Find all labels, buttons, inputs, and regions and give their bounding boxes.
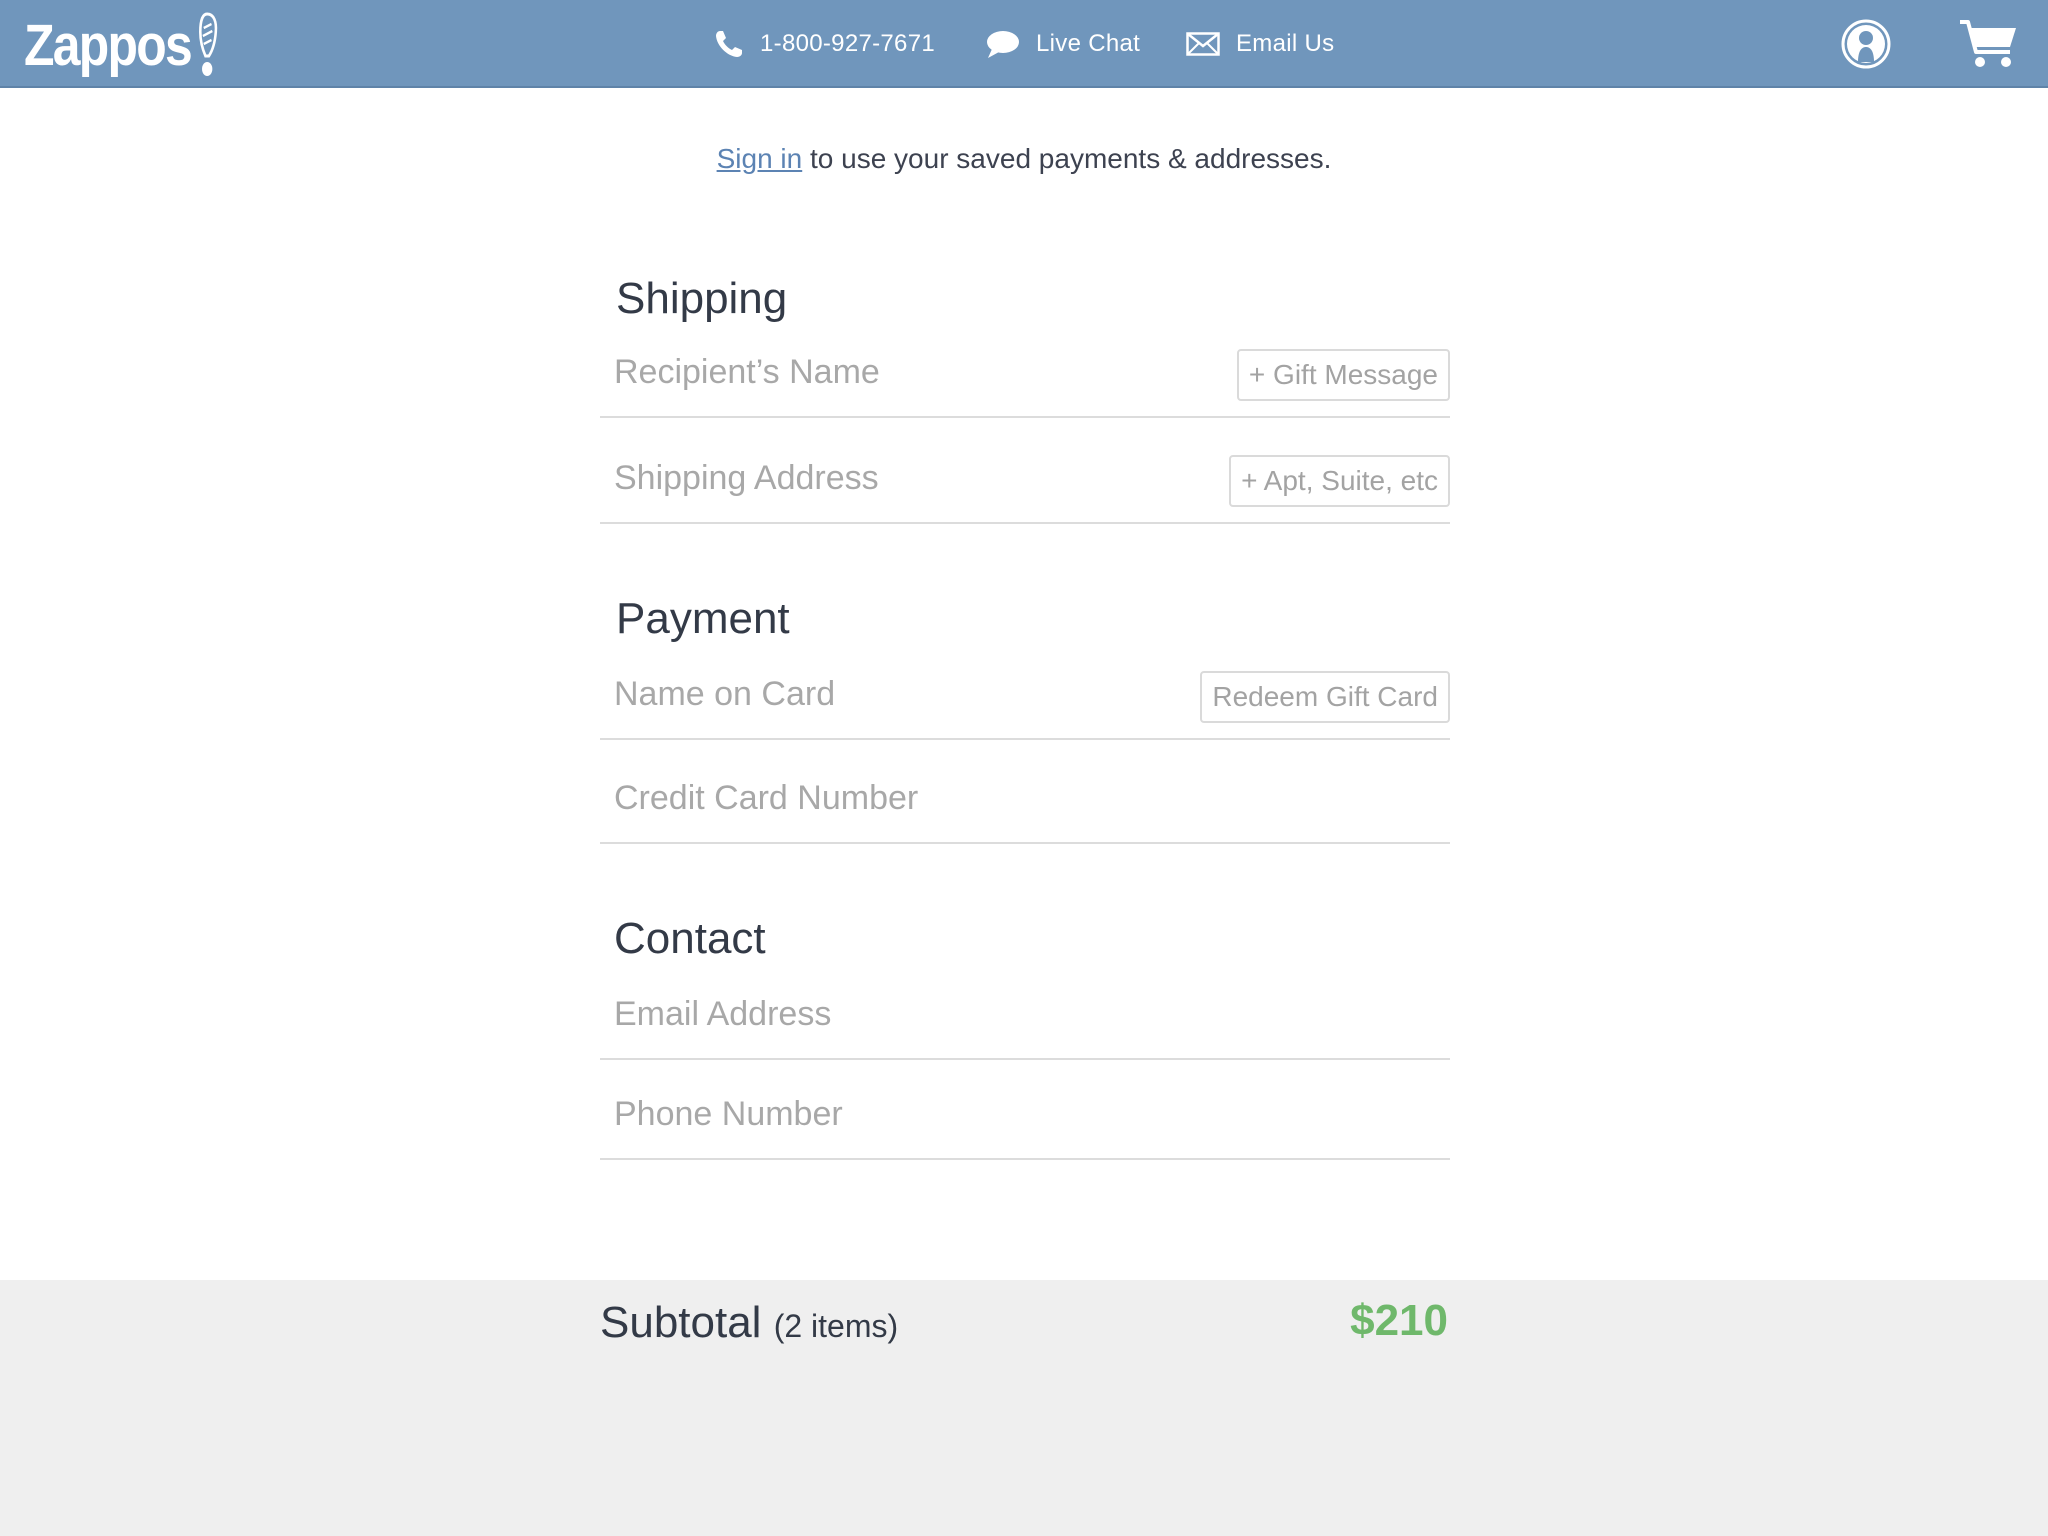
sign-in-link[interactable]: Sign in bbox=[717, 143, 803, 174]
subtotal-amount: $210 bbox=[1350, 1296, 1448, 1345]
signin-prompt-text: to use your saved payments & addresses. bbox=[802, 143, 1332, 174]
credit-card-number-field bbox=[600, 740, 1450, 844]
subtotal-label: Subtotal (2 items) bbox=[600, 1298, 898, 1348]
apt-suite-button[interactable]: + Apt, Suite, etc bbox=[1229, 455, 1450, 507]
phone-number: 1-800-927-7671 bbox=[760, 30, 936, 57]
cart-icon[interactable] bbox=[1958, 18, 2018, 70]
email-us-label: Email Us bbox=[1236, 30, 1335, 57]
email-us-link[interactable]: Email Us bbox=[1186, 0, 1334, 88]
shipping-address-input[interactable] bbox=[614, 456, 1174, 500]
zappos-logo[interactable]: Zappos bbox=[24, 10, 219, 80]
credit-card-number-input[interactable] bbox=[614, 776, 1174, 820]
phone-link[interactable]: 1-800-927-7671 bbox=[714, 0, 935, 88]
signin-prompt: Sign in to use your saved payments & add… bbox=[0, 143, 2048, 175]
order-summary-bar: Subtotal (2 items) $210 bbox=[0, 1280, 2048, 1536]
subtotal-text: Subtotal bbox=[600, 1298, 762, 1347]
chat-bubble-icon bbox=[987, 31, 1019, 58]
logo-text: Zappos bbox=[24, 12, 193, 78]
redeem-gift-card-button[interactable]: Redeem Gift Card bbox=[1200, 671, 1450, 723]
phone-icon bbox=[716, 31, 742, 57]
top-navigation-bar: Zappos 1-800-927-7671 Live Chat Email Us bbox=[0, 0, 2048, 88]
recipient-name-field: + Gift Message bbox=[600, 314, 1450, 418]
name-on-card-field: Redeem Gift Card bbox=[600, 636, 1450, 740]
name-on-card-input[interactable] bbox=[614, 672, 1174, 716]
email-address-field bbox=[600, 956, 1450, 1060]
phone-number-input[interactable] bbox=[614, 1092, 1174, 1136]
envelope-icon bbox=[1186, 32, 1220, 56]
live-chat-link[interactable]: Live Chat bbox=[986, 0, 1140, 88]
item-count: (2 items) bbox=[773, 1308, 899, 1344]
gift-message-button[interactable]: + Gift Message bbox=[1236, 349, 1450, 401]
phone-number-field bbox=[600, 1056, 1450, 1160]
account-icon[interactable] bbox=[1841, 19, 1891, 69]
shipping-address-field: + Apt, Suite, etc bbox=[600, 420, 1450, 524]
email-address-input[interactable] bbox=[614, 992, 1174, 1036]
live-chat-label: Live Chat bbox=[1036, 30, 1141, 57]
recipient-name-input[interactable] bbox=[614, 350, 1174, 394]
shoe-print-icon bbox=[199, 12, 218, 76]
